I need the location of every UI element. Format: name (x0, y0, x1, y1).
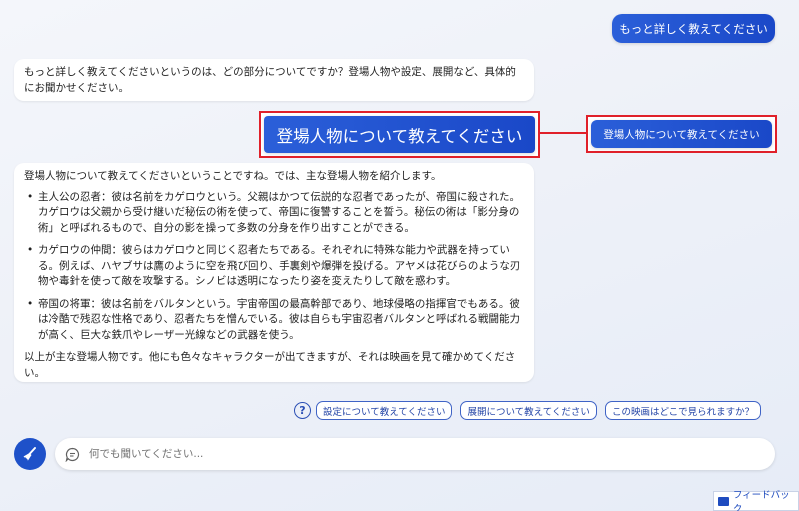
list-item: 主人公の忍者：彼は名前をカゲロウという。父親はかつて伝説的な忍者であったが、帝国… (24, 190, 524, 237)
bot-message-intro: 登場人物について教えてくださいということですね。では、主な登場人物を紹介します。 (24, 170, 442, 182)
question-circle-icon[interactable]: ? (294, 402, 311, 419)
feedback-label: フィードバック (732, 490, 790, 511)
bot-message-clarify-text: もっと詳しく教えてくださいというのは、どの部分についてですか？登場人物や設定、展… (24, 66, 516, 94)
chat-input-field[interactable] (89, 448, 775, 460)
character-list: 主人公の忍者：彼は名前をカゲロウという。父親はかつて伝説的な忍者であったが、帝国… (24, 190, 524, 344)
highlight-connector-line (540, 132, 587, 134)
user-message-characters: 登場人物について教えてください (591, 120, 772, 148)
suggestion-row: ? 設定について教えてください 展開について教えてください この映画はどこで見ら… (294, 401, 769, 420)
bot-message-outro: 以上が主な登場人物です。他にも色々なキャラクターが出てきますが、それは映画を見て… (24, 351, 516, 379)
feedback-button[interactable]: フィードバック (713, 490, 799, 511)
highlight-box-original: 登場人物について教えてください (586, 115, 777, 153)
list-item: 帝国の将軍：彼は名前をバルタンという。宇宙帝国の最高幹部であり、地球侵略の指揮官… (24, 297, 524, 344)
bot-message-characters: 登場人物について教えてくださいということですね。では、主な登場人物を紹介します。… (14, 163, 534, 382)
list-item: カゲロウの仲間：彼らはカゲロウと同じく忍者たちである。それぞれに特殊な能力や武器… (24, 243, 524, 290)
user-message-characters-zoomed: 登場人物について教えてください (264, 116, 535, 153)
user-message-more-detail: もっと詳しく教えてください (612, 14, 775, 43)
suggestion-chip-where-to-watch[interactable]: この映画はどこで見られますか？ (604, 401, 762, 420)
broom-icon (21, 445, 39, 463)
chat-bubble-icon (65, 447, 80, 462)
highlight-box-zoomed: 登場人物について教えてください (259, 111, 540, 158)
bot-message-clarify: もっと詳しく教えてくださいというのは、どの部分についてですか？登場人物や設定、展… (14, 59, 534, 101)
chat-input-box[interactable] (55, 438, 775, 470)
suggestion-chip-plot[interactable]: 展開について教えてください (460, 401, 597, 420)
feedback-icon (718, 496, 729, 506)
suggestion-chip-settings[interactable]: 設定について教えてください (316, 401, 453, 420)
new-topic-button[interactable] (14, 438, 46, 470)
